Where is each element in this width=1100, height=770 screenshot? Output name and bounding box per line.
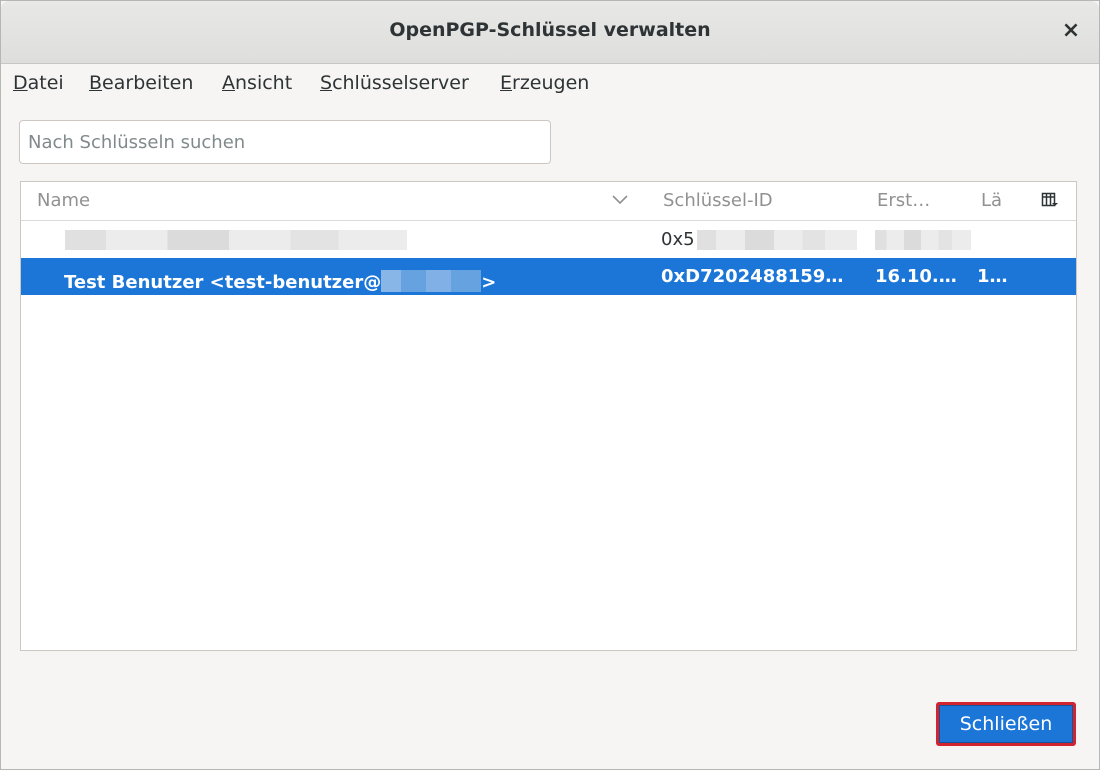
column-header-key-id[interactable]: Schlüssel-ID [663, 190, 773, 211]
row-length: 1… [977, 266, 1008, 287]
redacted-name [65, 230, 407, 250]
menu-erzeugen[interactable]: Erzeugen [500, 72, 589, 94]
menu-accel: B [89, 72, 103, 94]
menu-bearbeiten[interactable]: Bearbeiten [89, 72, 193, 94]
title-bar: OpenPGP-Schlüssel verwalten × [1, 1, 1099, 64]
column-picker-icon[interactable] [1041, 192, 1059, 212]
menu-label: nsicht [235, 72, 293, 94]
redacted-key-id [697, 230, 857, 250]
redacted-domain [381, 270, 482, 292]
close-icon[interactable]: × [1057, 17, 1085, 45]
chevron-down-icon[interactable] [611, 192, 629, 211]
row-key-id: 0x5 [661, 229, 695, 250]
row-key-id: 0xD7202488159… [661, 266, 844, 287]
menu-datei[interactable]: Datei [13, 72, 64, 94]
column-header-created[interactable]: Erst… [877, 190, 930, 211]
search-input[interactable] [19, 120, 551, 164]
menu-accel: E [500, 72, 513, 94]
menu-accel: A [222, 72, 235, 94]
row-name: Test Benutzer <test-benutzer@ > [64, 266, 496, 293]
row-created: 16.10.… [875, 266, 957, 287]
column-header-name[interactable]: Name [37, 190, 90, 211]
menu-ansicht[interactable]: Ansicht [222, 72, 292, 94]
menu-accel: D [13, 72, 28, 94]
close-button[interactable]: Schließen [936, 702, 1076, 746]
menu-label: atei [27, 72, 64, 94]
menu-schluesselserver[interactable]: Schlüsselserver [320, 72, 469, 94]
table-row-selected[interactable]: Test Benutzer <test-benutzer@ > 0xD720248… [21, 258, 1076, 295]
row-name-text: Test Benutzer <test-benutzer@ [64, 272, 382, 293]
row-name-suffix: > [481, 272, 497, 293]
menu-accel: S [320, 72, 333, 94]
window-title: OpenPGP-Schlüssel verwalten [389, 19, 711, 41]
table-row[interactable]: 0x5 [21, 221, 1076, 258]
menu-label: chlüsselserver [332, 72, 469, 94]
menu-label: rzeugen [512, 72, 590, 94]
redacted-created [875, 230, 971, 250]
dialog-window: OpenPGP-Schlüssel verwalten × Datei Bear… [0, 0, 1100, 770]
column-header-length[interactable]: Lä [981, 190, 1002, 211]
key-list[interactable]: Name Schlüssel-ID Erst… Lä 0x5 Test Benu… [20, 181, 1077, 651]
list-header: Name Schlüssel-ID Erst… Lä [21, 182, 1076, 221]
menu-bar: Datei Bearbeiten Ansicht Schlüsselserver… [1, 64, 1099, 104]
menu-label: earbeiten [102, 72, 194, 94]
